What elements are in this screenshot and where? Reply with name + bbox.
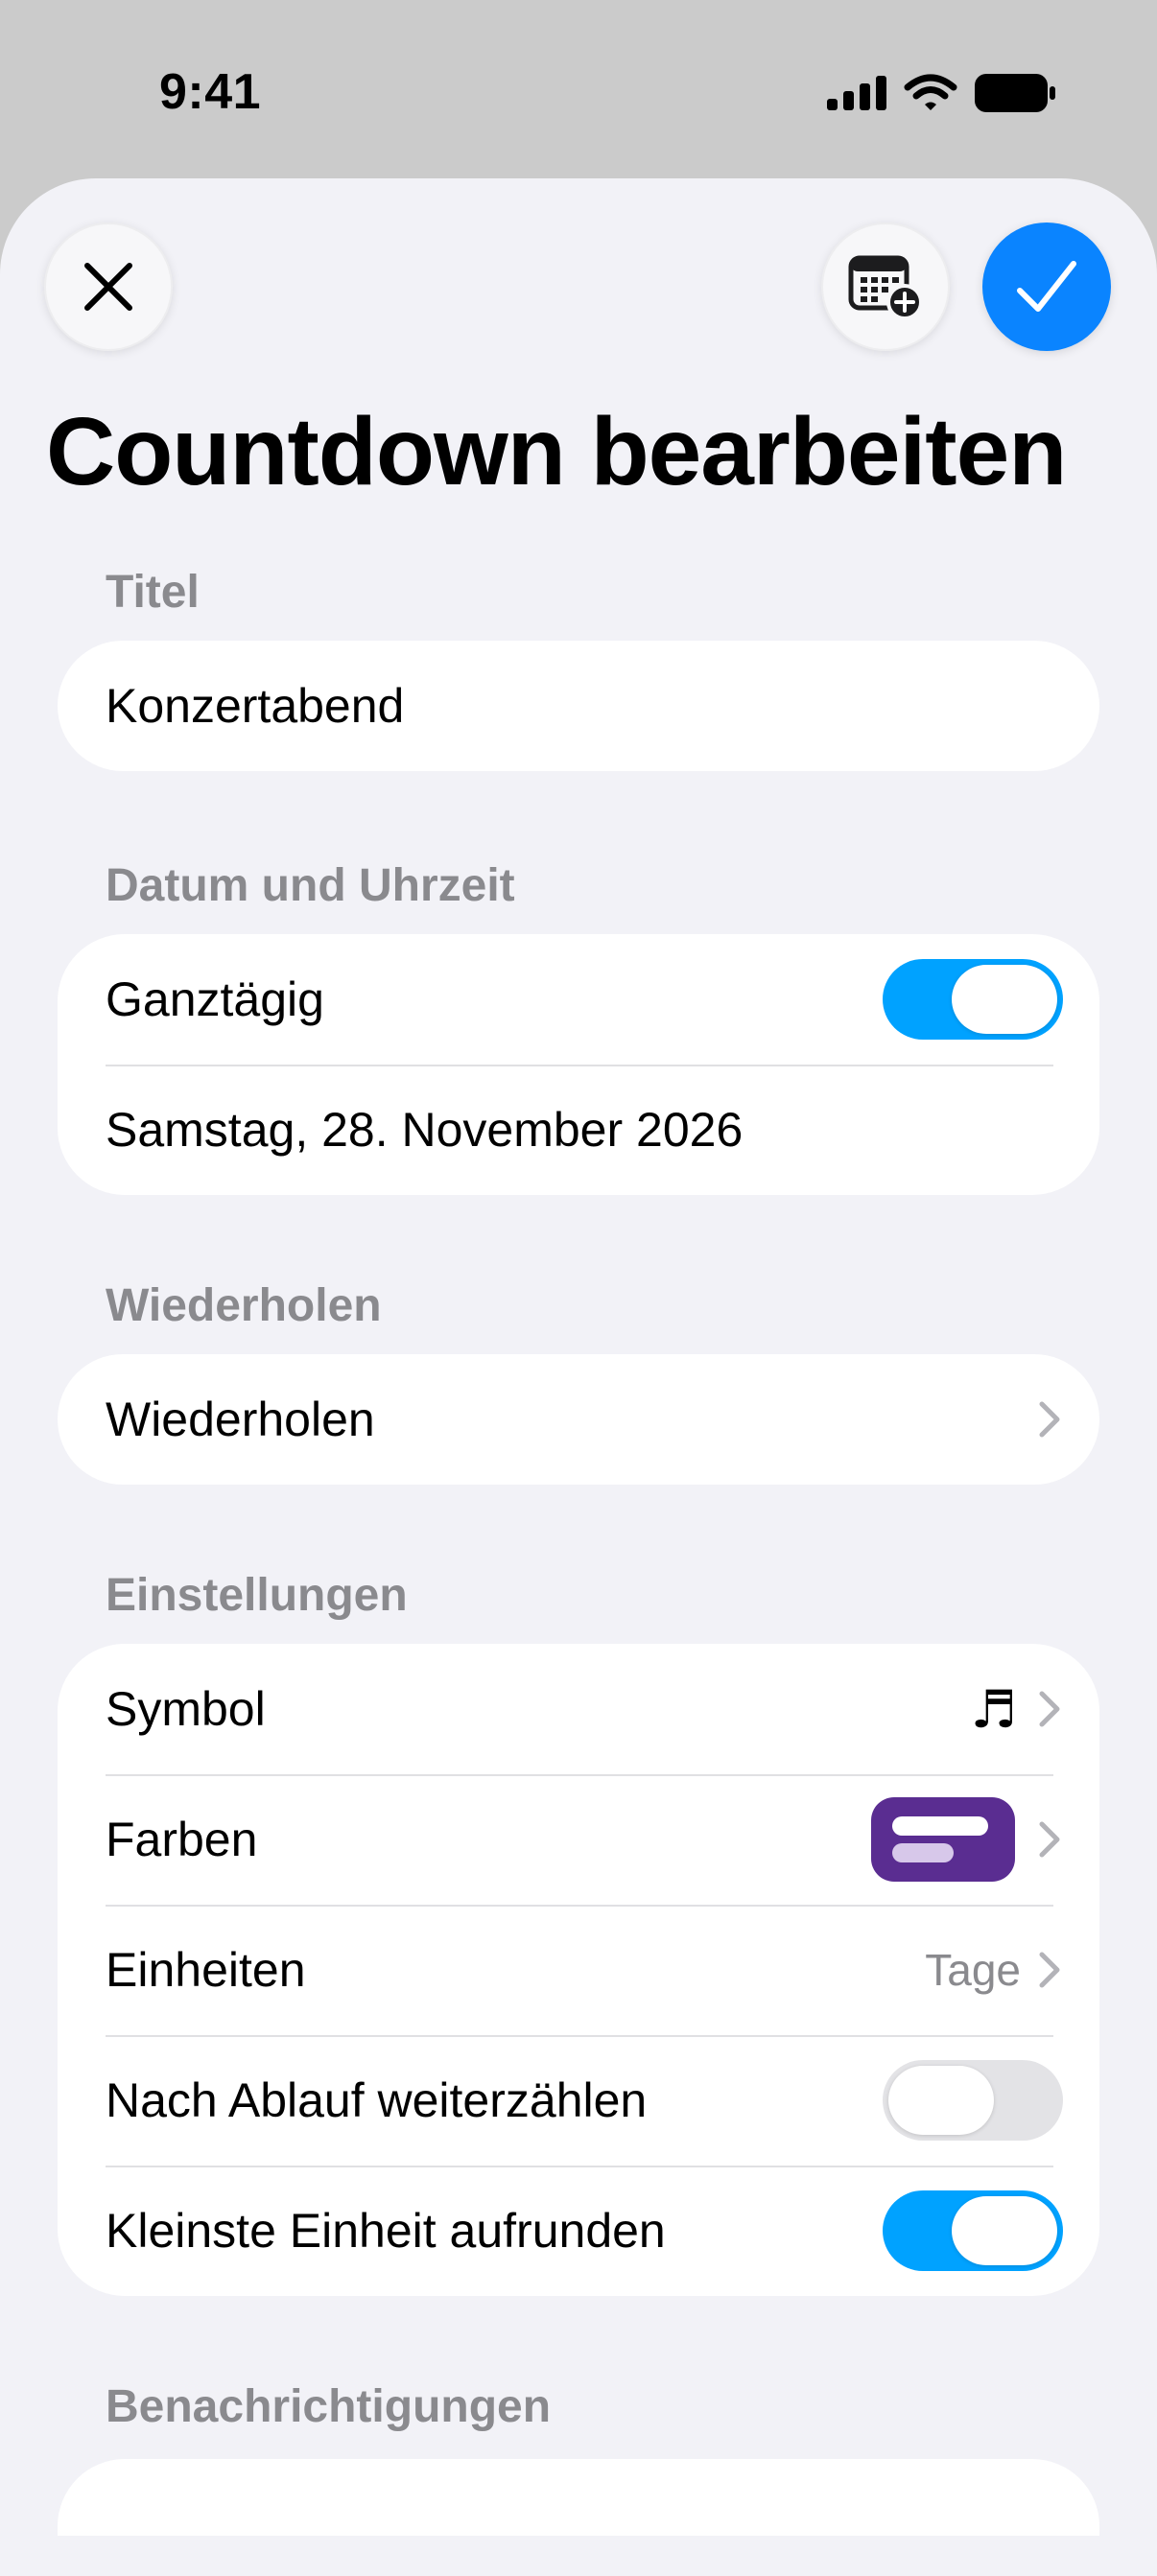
round-up-toggle[interactable] xyxy=(883,2190,1063,2271)
chevron-right-icon xyxy=(1038,1820,1061,1859)
chevron-right-icon xyxy=(1038,1400,1061,1439)
round-up-row: Kleinste Einheit aufrunden xyxy=(58,2166,1099,2296)
colors-label: Farben xyxy=(106,1813,258,1866)
title-field[interactable]: Konzertabend xyxy=(58,641,1099,771)
repeat-group: Wiederholen xyxy=(58,1354,1099,1485)
chevron-right-icon xyxy=(1038,1951,1061,1989)
checkmark-icon xyxy=(1017,261,1076,312)
date-section-header: Datum und Uhrzeit xyxy=(106,860,515,911)
repeat-label: Wiederholen xyxy=(106,1393,375,1446)
date-row[interactable]: Samstag, 28. November 2026 xyxy=(58,1065,1099,1195)
chevron-right-icon xyxy=(1038,1690,1061,1728)
units-value: Tage xyxy=(925,1945,1021,1995)
close-icon xyxy=(84,263,132,311)
date-value: Samstag, 28. November 2026 xyxy=(106,1103,744,1157)
notifications-group xyxy=(58,2459,1099,2536)
title-section-header: Titel xyxy=(106,567,200,618)
settings-group: Symbol ♬ Farben Einheiten Tage Nach Abla… xyxy=(58,1644,1099,2296)
notifications-section-header: Benachrichtigungen xyxy=(106,2381,552,2432)
settings-section-header: Einstellungen xyxy=(106,1570,408,1621)
allday-row: Ganztägig xyxy=(58,934,1099,1065)
continue-counting-toggle[interactable] xyxy=(883,2060,1063,2141)
cellular-signal-icon xyxy=(827,76,886,110)
confirm-button[interactable] xyxy=(982,222,1111,351)
title-group: Konzertabend xyxy=(58,641,1099,771)
battery-icon xyxy=(975,74,1055,112)
continue-counting-row: Nach Ablauf weiterzählen xyxy=(58,2035,1099,2166)
page-title: Countdown bearbeiten xyxy=(46,398,1067,505)
symbol-row[interactable]: Symbol ♬ xyxy=(58,1644,1099,1774)
continue-counting-label: Nach Ablauf weiterzählen xyxy=(106,2073,648,2127)
status-bar: 9:41 xyxy=(0,0,1157,182)
colors-row[interactable]: Farben xyxy=(58,1774,1099,1905)
repeat-section-header: Wiederholen xyxy=(106,1280,382,1331)
allday-label: Ganztägig xyxy=(106,972,324,1026)
title-field-value: Konzertabend xyxy=(106,679,405,733)
repeat-row[interactable]: Wiederholen xyxy=(58,1354,1099,1485)
units-row[interactable]: Einheiten Tage xyxy=(58,1905,1099,2035)
add-to-calendar-button[interactable] xyxy=(821,222,950,351)
symbol-label: Symbol xyxy=(106,1682,266,1736)
music-note-icon: ♬ xyxy=(970,1678,1017,1740)
calendar-add-icon xyxy=(848,255,923,320)
round-up-label: Kleinste Einheit aufrunden xyxy=(106,2204,666,2258)
date-group: Ganztägig Samstag, 28. November 2026 xyxy=(58,934,1099,1195)
allday-toggle[interactable] xyxy=(883,959,1063,1040)
status-icons xyxy=(827,71,1055,115)
edit-countdown-sheet: Countdown bearbeiten Titel Konzertabend … xyxy=(0,178,1157,2576)
status-time: 9:41 xyxy=(159,64,262,120)
wifi-icon xyxy=(904,74,957,110)
color-swatch xyxy=(871,1797,1015,1882)
close-button[interactable] xyxy=(44,222,173,351)
units-label: Einheiten xyxy=(106,1943,306,1997)
